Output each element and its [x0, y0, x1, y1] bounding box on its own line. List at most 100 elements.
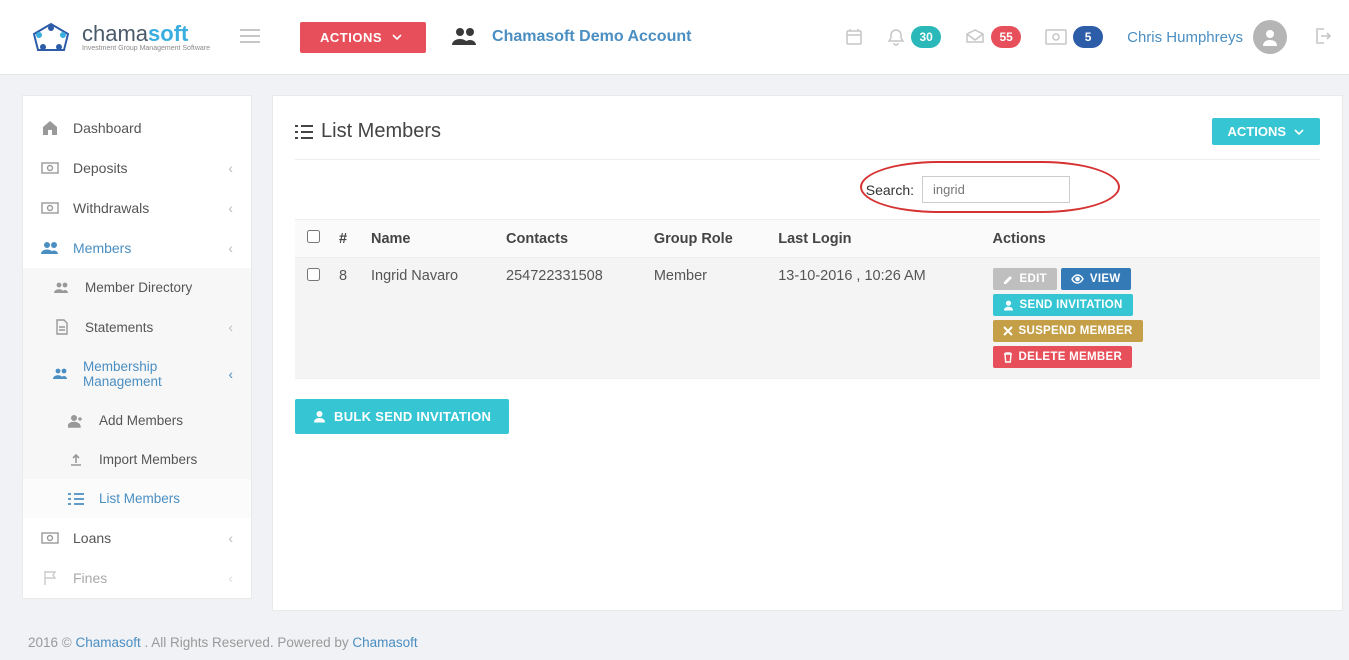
col-actions: Actions — [985, 220, 1320, 258]
wallet-count-badge: 5 — [1073, 26, 1103, 48]
sidebar-item-label: List Members — [99, 491, 180, 506]
eye-icon — [1071, 274, 1084, 284]
sidebar-item-label: Import Members — [99, 452, 197, 467]
view-button[interactable]: VIEW — [1061, 268, 1131, 290]
sidebar-item-fines[interactable]: Fines ‹ — [23, 558, 251, 598]
money-icon — [1045, 29, 1067, 45]
suspend-member-button[interactable]: SUSPEND MEMBER — [993, 320, 1143, 342]
chevron-left-icon: ‹ — [229, 320, 234, 335]
chevron-down-icon — [392, 34, 402, 40]
group-icon — [452, 27, 478, 47]
sidebar-item-label: Loans — [73, 530, 111, 546]
sidebar-toggle-button[interactable] — [240, 29, 260, 46]
home-icon — [41, 120, 59, 136]
wallet-button[interactable]: 5 — [1035, 16, 1113, 58]
sidebar-item-member-directory[interactable]: Member Directory — [23, 268, 251, 307]
sidebar-item-label: Fines — [73, 570, 107, 586]
inbox-count-badge: 55 — [991, 26, 1021, 48]
user-icon — [1003, 300, 1014, 311]
sidebar-item-label: Deposits — [73, 160, 127, 176]
bulk-send-label: BULK SEND INVITATION — [334, 409, 491, 424]
page-title: List Members — [295, 120, 441, 143]
upload-icon — [67, 453, 85, 467]
header-actions-label: ACTIONS — [320, 30, 382, 45]
sidebar-item-withdrawals[interactable]: Withdrawals ‹ — [23, 188, 251, 228]
brand-tagline: Investment Group Management Software — [82, 45, 210, 52]
sidebar-item-deposits[interactable]: Deposits ‹ — [23, 148, 251, 188]
app-header: chamasoft Investment Group Management So… — [0, 0, 1349, 75]
sidebar-item-statements[interactable]: Statements ‹ — [23, 307, 251, 347]
search-input[interactable] — [922, 176, 1070, 203]
delete-member-label: DELETE MEMBER — [1019, 351, 1123, 363]
header-actions-button[interactable]: ACTIONS — [300, 22, 426, 53]
pencil-icon — [1003, 274, 1014, 285]
select-all-checkbox[interactable] — [307, 230, 320, 243]
footer-link-2[interactable]: Chamasoft — [352, 635, 417, 650]
row-contacts: 254722331508 — [498, 258, 646, 379]
brand-name-b: soft — [148, 21, 188, 46]
group-icon — [41, 241, 59, 255]
suspend-member-label: SUSPEND MEMBER — [1019, 325, 1133, 337]
sidebar-item-label: Dashboard — [73, 120, 142, 136]
sidebar-item-list-members[interactable]: List Members — [23, 479, 251, 518]
money-icon — [41, 202, 59, 214]
search-row: Search: — [295, 176, 1320, 203]
chevron-left-icon: ‹ — [229, 367, 234, 382]
members-table: # Name Contacts Group Role Last Login Ac… — [295, 219, 1320, 379]
brand-name-a: chama — [82, 21, 148, 46]
search-label: Search: — [866, 182, 914, 198]
user-menu[interactable]: Chris Humphreys — [1117, 10, 1297, 64]
sidebar-item-label: Membership Management — [83, 359, 215, 389]
row-num: 8 — [331, 258, 363, 379]
account-switcher[interactable]: Chamasoft Demo Account — [452, 27, 691, 47]
notifications-button[interactable]: 30 — [877, 16, 951, 58]
logout-button[interactable] — [1301, 15, 1343, 60]
col-name: Name — [363, 220, 498, 258]
col-num: # — [331, 220, 363, 258]
sidebar-item-add-members[interactable]: Add Members — [23, 401, 251, 440]
trash-icon — [1003, 352, 1013, 363]
sidebar-item-membership-management[interactable]: Membership Management ‹ — [23, 347, 251, 401]
notif-count-badge: 30 — [911, 26, 941, 48]
list-icon — [295, 125, 313, 139]
footer-link-1[interactable]: Chamasoft — [75, 635, 140, 650]
list-icon — [67, 493, 85, 505]
row-checkbox[interactable] — [307, 268, 320, 281]
row-lastlogin: 13-10-2016 , 10:26 AM — [770, 258, 984, 379]
edit-button[interactable]: EDIT — [993, 268, 1057, 290]
sidebar-item-label: Withdrawals — [73, 200, 149, 216]
brand-logo[interactable]: chamasoft Investment Group Management So… — [28, 20, 210, 54]
row-actions-cell: EDIT VIEW SEND INVITATION — [985, 258, 1320, 379]
avatar — [1253, 20, 1287, 54]
bell-icon — [887, 28, 905, 46]
inbox-button[interactable]: 55 — [955, 16, 1031, 58]
hamburger-icon — [240, 29, 260, 43]
logout-icon — [1313, 27, 1331, 45]
x-icon — [1003, 326, 1013, 336]
sidebar-item-loans[interactable]: Loans ‹ — [23, 518, 251, 558]
sidebar-item-dashboard[interactable]: Dashboard — [23, 108, 251, 148]
bulk-send-invitation-button[interactable]: BULK SEND INVITATION — [295, 399, 509, 434]
delete-member-button[interactable]: DELETE MEMBER — [993, 346, 1133, 368]
flag-icon — [41, 570, 59, 586]
send-invitation-label: SEND INVITATION — [1020, 299, 1123, 311]
group-icon — [53, 282, 71, 294]
calendar-button[interactable] — [835, 18, 873, 56]
sidebar-item-import-members[interactable]: Import Members — [23, 440, 251, 479]
col-contacts: Contacts — [498, 220, 646, 258]
view-button-label: VIEW — [1090, 273, 1121, 285]
username-label: Chris Humphreys — [1127, 29, 1243, 46]
select-all-col — [295, 220, 331, 258]
send-invitation-button[interactable]: SEND INVITATION — [993, 294, 1133, 316]
brand-mark-icon — [28, 20, 74, 54]
money-icon — [41, 162, 59, 174]
sidebar: Dashboard Deposits ‹ Withdrawals ‹ Membe… — [22, 95, 252, 599]
sidebar-item-members[interactable]: Members ‹ — [23, 228, 251, 268]
row-select-cell — [295, 258, 331, 379]
footer-mid: . All Rights Reserved. Powered by — [145, 635, 353, 650]
chevron-left-icon: ‹ — [228, 530, 233, 546]
table-row: 8 Ingrid Navaro 254722331508 Member 13-1… — [295, 258, 1320, 379]
user-icon — [313, 410, 326, 423]
page-actions-button[interactable]: ACTIONS — [1212, 118, 1321, 145]
chevron-left-icon: ‹ — [228, 570, 233, 586]
